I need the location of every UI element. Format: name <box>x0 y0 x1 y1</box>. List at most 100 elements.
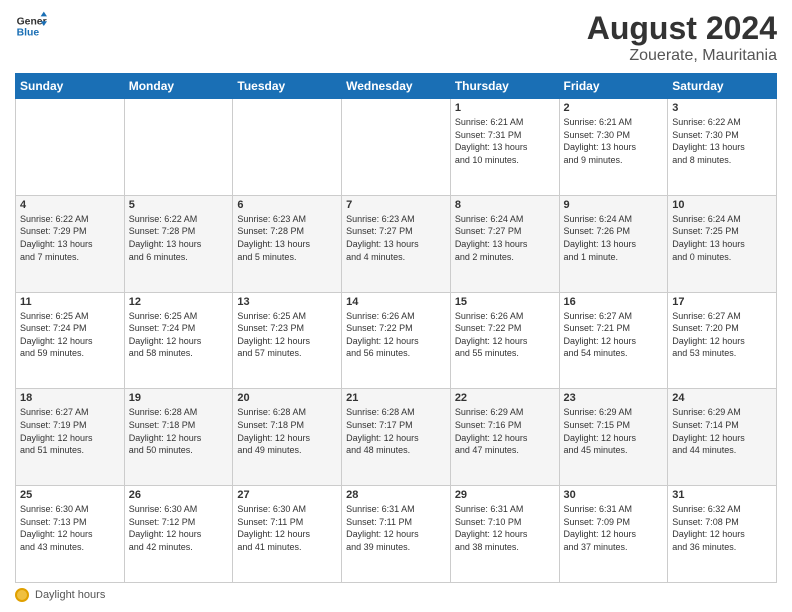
day-info: Sunrise: 6:28 AM Sunset: 7:18 PM Dayligh… <box>129 406 229 456</box>
day-info: Sunrise: 6:27 AM Sunset: 7:21 PM Dayligh… <box>564 310 664 360</box>
day-number: 15 <box>455 296 555 308</box>
logo-icon: General Blue <box>15 10 47 42</box>
table-row <box>342 99 451 196</box>
day-number: 21 <box>346 392 446 404</box>
calendar-week-3: 11 Sunrise: 6:25 AM Sunset: 7:24 PM Dayli… <box>16 292 777 389</box>
col-thursday: Thursday <box>450 74 559 99</box>
col-tuesday: Tuesday <box>233 74 342 99</box>
table-row: 22 Sunrise: 6:29 AM Sunset: 7:16 PM Dayli… <box>450 389 559 486</box>
table-row: 19Sunrise: 6:28 AM Sunset: 7:18 PM Dayli… <box>124 389 233 486</box>
table-row: 6 Sunrise: 6:23 AM Sunset: 7:28 PM Daylig… <box>233 195 342 292</box>
table-row: 10 Sunrise: 6:24 AM Sunset: 7:25 PM Dayli… <box>668 195 777 292</box>
table-row: 3 Sunrise: 6:22 AM Sunset: 7:30 PM Daylig… <box>668 99 777 196</box>
day-number: 28 <box>346 489 446 501</box>
day-info: Sunrise: 6:21 AM Sunset: 7:30 PM Dayligh… <box>564 116 664 166</box>
day-info: Sunrise: 6:21 AM Sunset: 7:31 PM Dayligh… <box>455 116 555 166</box>
table-row: 17 Sunrise: 6:27 AM Sunset: 7:20 PM Dayli… <box>668 292 777 389</box>
day-info: Sunrise: 6:23 AM Sunset: 7:28 PM Dayligh… <box>237 213 337 263</box>
day-info: Sunrise: 6:30 AM Sunset: 7:11 PM Dayligh… <box>237 503 337 553</box>
table-row: 27 Sunrise: 6:30 AM Sunset: 7:11 PM Dayli… <box>233 486 342 583</box>
day-info: Sunrise: 6:25 AM Sunset: 7:23 PM Dayligh… <box>237 310 337 360</box>
title-block: August 2024 Zouerate, Mauritania <box>587 10 777 65</box>
table-row: 31Sunrise: 6:32 AM Sunset: 7:08 PM Dayli… <box>668 486 777 583</box>
table-row <box>16 99 125 196</box>
table-row: 24 Sunrise: 6:29 AM Sunset: 7:14 PM Dayli… <box>668 389 777 486</box>
day-number: 3 <box>672 102 772 114</box>
day-number: 11 <box>20 296 120 308</box>
col-wednesday: Wednesday <box>342 74 451 99</box>
svg-text:Blue: Blue <box>17 28 40 39</box>
table-row: 11 Sunrise: 6:25 AM Sunset: 7:24 PM Dayli… <box>16 292 125 389</box>
day-info: Sunrise: 6:22 AM Sunset: 7:28 PM Dayligh… <box>129 213 229 263</box>
calendar-header-row: Sunday Monday Tuesday Wednesday Thursday… <box>16 74 777 99</box>
day-info: Sunrise: 6:27 AM Sunset: 7:20 PM Dayligh… <box>672 310 772 360</box>
month-year: August 2024 <box>587 10 777 47</box>
day-info: Sunrise: 6:22 AM Sunset: 7:30 PM Dayligh… <box>672 116 772 166</box>
table-row: 23Sunrise: 6:29 AM Sunset: 7:15 PM Dayli… <box>559 389 668 486</box>
table-row: 14 Sunrise: 6:26 AM Sunset: 7:22 PM Dayli… <box>342 292 451 389</box>
col-sunday: Sunday <box>16 74 125 99</box>
sun-icon <box>15 588 29 602</box>
day-number: 17 <box>672 296 772 308</box>
day-number: 7 <box>346 199 446 211</box>
calendar-table: Sunday Monday Tuesday Wednesday Thursday… <box>15 73 777 583</box>
table-row: 12Sunrise: 6:25 AM Sunset: 7:24 PM Dayli… <box>124 292 233 389</box>
day-number: 18 <box>20 392 120 404</box>
day-number: 6 <box>237 199 337 211</box>
day-number: 24 <box>672 392 772 404</box>
day-info: Sunrise: 6:22 AM Sunset: 7:29 PM Dayligh… <box>20 213 120 263</box>
day-info: Sunrise: 6:26 AM Sunset: 7:22 PM Dayligh… <box>455 310 555 360</box>
day-number: 25 <box>20 489 120 501</box>
day-info: Sunrise: 6:24 AM Sunset: 7:26 PM Dayligh… <box>564 213 664 263</box>
logo: General Blue <box>15 10 47 42</box>
day-number: 5 <box>129 199 229 211</box>
col-saturday: Saturday <box>668 74 777 99</box>
day-info: Sunrise: 6:31 AM Sunset: 7:09 PM Dayligh… <box>564 503 664 553</box>
col-friday: Friday <box>559 74 668 99</box>
day-info: Sunrise: 6:24 AM Sunset: 7:25 PM Dayligh… <box>672 213 772 263</box>
day-info: Sunrise: 6:23 AM Sunset: 7:27 PM Dayligh… <box>346 213 446 263</box>
day-number: 2 <box>564 102 664 114</box>
day-number: 31 <box>672 489 772 501</box>
day-number: 14 <box>346 296 446 308</box>
day-number: 30 <box>564 489 664 501</box>
table-row: 30 Sunrise: 6:31 AM Sunset: 7:09 PM Dayli… <box>559 486 668 583</box>
day-info: Sunrise: 6:28 AM Sunset: 7:18 PM Dayligh… <box>237 406 337 456</box>
header: General Blue August 2024 Zouerate, Mauri… <box>15 10 777 65</box>
day-number: 29 <box>455 489 555 501</box>
table-row: 21Sunrise: 6:28 AM Sunset: 7:17 PM Dayli… <box>342 389 451 486</box>
table-row: 28 Sunrise: 6:31 AM Sunset: 7:11 PM Dayli… <box>342 486 451 583</box>
table-row: 15 Sunrise: 6:26 AM Sunset: 7:22 PM Dayli… <box>450 292 559 389</box>
table-row: 1Sunrise: 6:21 AM Sunset: 7:31 PM Daylig… <box>450 99 559 196</box>
table-row: 20Sunrise: 6:28 AM Sunset: 7:18 PM Dayli… <box>233 389 342 486</box>
footer-note: Daylight hours <box>15 588 777 602</box>
day-number: 16 <box>564 296 664 308</box>
table-row <box>124 99 233 196</box>
table-row: 13 Sunrise: 6:25 AM Sunset: 7:23 PM Dayli… <box>233 292 342 389</box>
day-number: 22 <box>455 392 555 404</box>
day-number: 23 <box>564 392 664 404</box>
day-number: 10 <box>672 199 772 211</box>
day-info: Sunrise: 6:27 AM Sunset: 7:19 PM Dayligh… <box>20 406 120 456</box>
calendar-week-2: 4 Sunrise: 6:22 AM Sunset: 7:29 PM Daylig… <box>16 195 777 292</box>
table-row <box>233 99 342 196</box>
page: General Blue August 2024 Zouerate, Mauri… <box>0 0 792 612</box>
daylight-label: Daylight hours <box>35 589 105 601</box>
day-info: Sunrise: 6:31 AM Sunset: 7:10 PM Dayligh… <box>455 503 555 553</box>
day-number: 27 <box>237 489 337 501</box>
day-info: Sunrise: 6:29 AM Sunset: 7:16 PM Dayligh… <box>455 406 555 456</box>
table-row: 4 Sunrise: 6:22 AM Sunset: 7:29 PM Daylig… <box>16 195 125 292</box>
day-info: Sunrise: 6:29 AM Sunset: 7:14 PM Dayligh… <box>672 406 772 456</box>
day-number: 4 <box>20 199 120 211</box>
calendar-week-5: 25 Sunrise: 6:30 AM Sunset: 7:13 PM Dayli… <box>16 486 777 583</box>
day-number: 26 <box>129 489 229 501</box>
day-info: Sunrise: 6:31 AM Sunset: 7:11 PM Dayligh… <box>346 503 446 553</box>
table-row: 25 Sunrise: 6:30 AM Sunset: 7:13 PM Dayli… <box>16 486 125 583</box>
day-number: 13 <box>237 296 337 308</box>
table-row: 5 Sunrise: 6:22 AM Sunset: 7:28 PM Daylig… <box>124 195 233 292</box>
day-info: Sunrise: 6:30 AM Sunset: 7:13 PM Dayligh… <box>20 503 120 553</box>
day-number: 12 <box>129 296 229 308</box>
table-row: 29 Sunrise: 6:31 AM Sunset: 7:10 PM Dayli… <box>450 486 559 583</box>
day-info: Sunrise: 6:25 AM Sunset: 7:24 PM Dayligh… <box>20 310 120 360</box>
day-info: Sunrise: 6:26 AM Sunset: 7:22 PM Dayligh… <box>346 310 446 360</box>
